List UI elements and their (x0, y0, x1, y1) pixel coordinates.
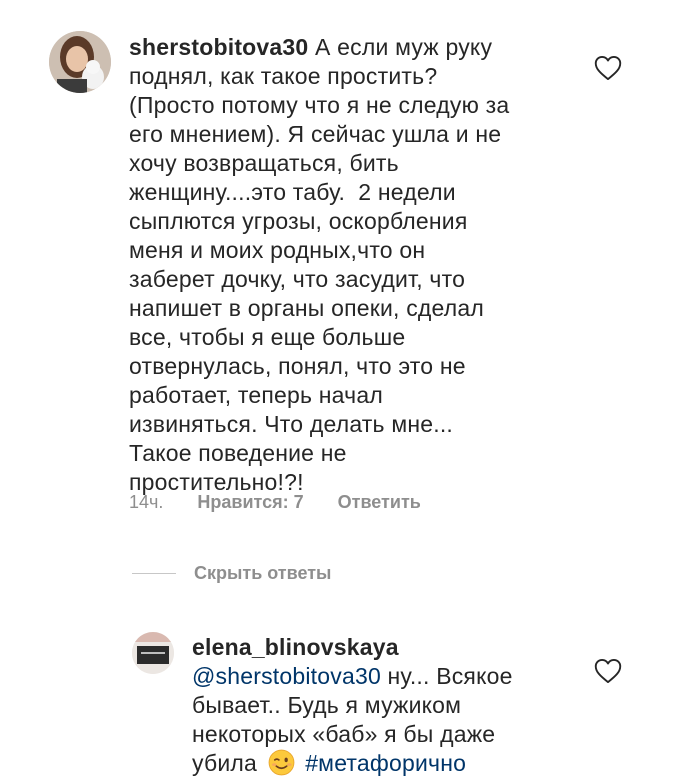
avatar-photo (132, 632, 174, 674)
reply-line: ну... Всякое (380, 663, 513, 689)
comment-line: работает, теперь начал (129, 382, 383, 408)
divider-line (132, 573, 176, 574)
reply-button[interactable]: Ответить (338, 492, 421, 513)
comment-line: женщину....это табу. 2 недели (129, 179, 456, 205)
hide-replies-button[interactable]: Скрыть ответы (132, 563, 331, 584)
comment-line: меня и моих родных,что он (129, 237, 426, 263)
comment-line: извиняться. Что делать мне... (129, 411, 453, 437)
hashtag-link[interactable]: #метафорично (305, 750, 466, 776)
comment-line: сыплются угрозы, оскорбления (129, 208, 468, 234)
hide-replies-label: Скрыть ответы (194, 563, 332, 583)
comment-line: поднял, как такое простить? (129, 63, 438, 89)
likes-count[interactable]: Нравится: 7 (197, 492, 303, 513)
comment-line: хочу возвращаться, бить (129, 150, 399, 176)
avatar[interactable] (49, 31, 111, 93)
reply-line: некоторых «баб» я бы даже (192, 721, 496, 747)
reply-line: убила (192, 750, 257, 776)
comment-username[interactable]: sherstobitova30 (129, 34, 308, 60)
avatar[interactable] (132, 632, 174, 674)
comment-line: (Просто потому что я не следую за (129, 92, 510, 118)
comment-line: напишет в органы опеки, сделал (129, 295, 484, 321)
comment-line: все, чтобы я еще больше (129, 324, 406, 350)
reply-username[interactable]: elena_blinovskaya (192, 633, 572, 662)
winking-face-icon (268, 749, 295, 776)
comment-line: Такое поведение не (129, 440, 347, 466)
heart-outline-icon[interactable] (594, 55, 622, 81)
comment-line: заберет дочку, что засудит, что (129, 266, 466, 292)
comment-time: 14ч. (129, 492, 164, 512)
reply-line: бывает.. Будь я мужиком (192, 692, 462, 718)
reply-body: elena_blinovskaya @sherstobitova30 ну...… (192, 633, 572, 778)
mention-link[interactable]: @sherstobitova30 (192, 663, 381, 689)
comment-meta: 14ч. Нравится: 7 Ответить (129, 492, 421, 513)
comment-line: А если муж руку (315, 34, 493, 60)
comment-line: его мнением). Я сейчас ушла и не (129, 121, 502, 147)
comment-body: sherstobitova30 А если муж руку поднял, … (129, 33, 549, 497)
comment-line: отвернулась, понял, что это не (129, 353, 466, 379)
heart-outline-icon[interactable] (594, 658, 622, 684)
avatar-photo (49, 31, 111, 93)
